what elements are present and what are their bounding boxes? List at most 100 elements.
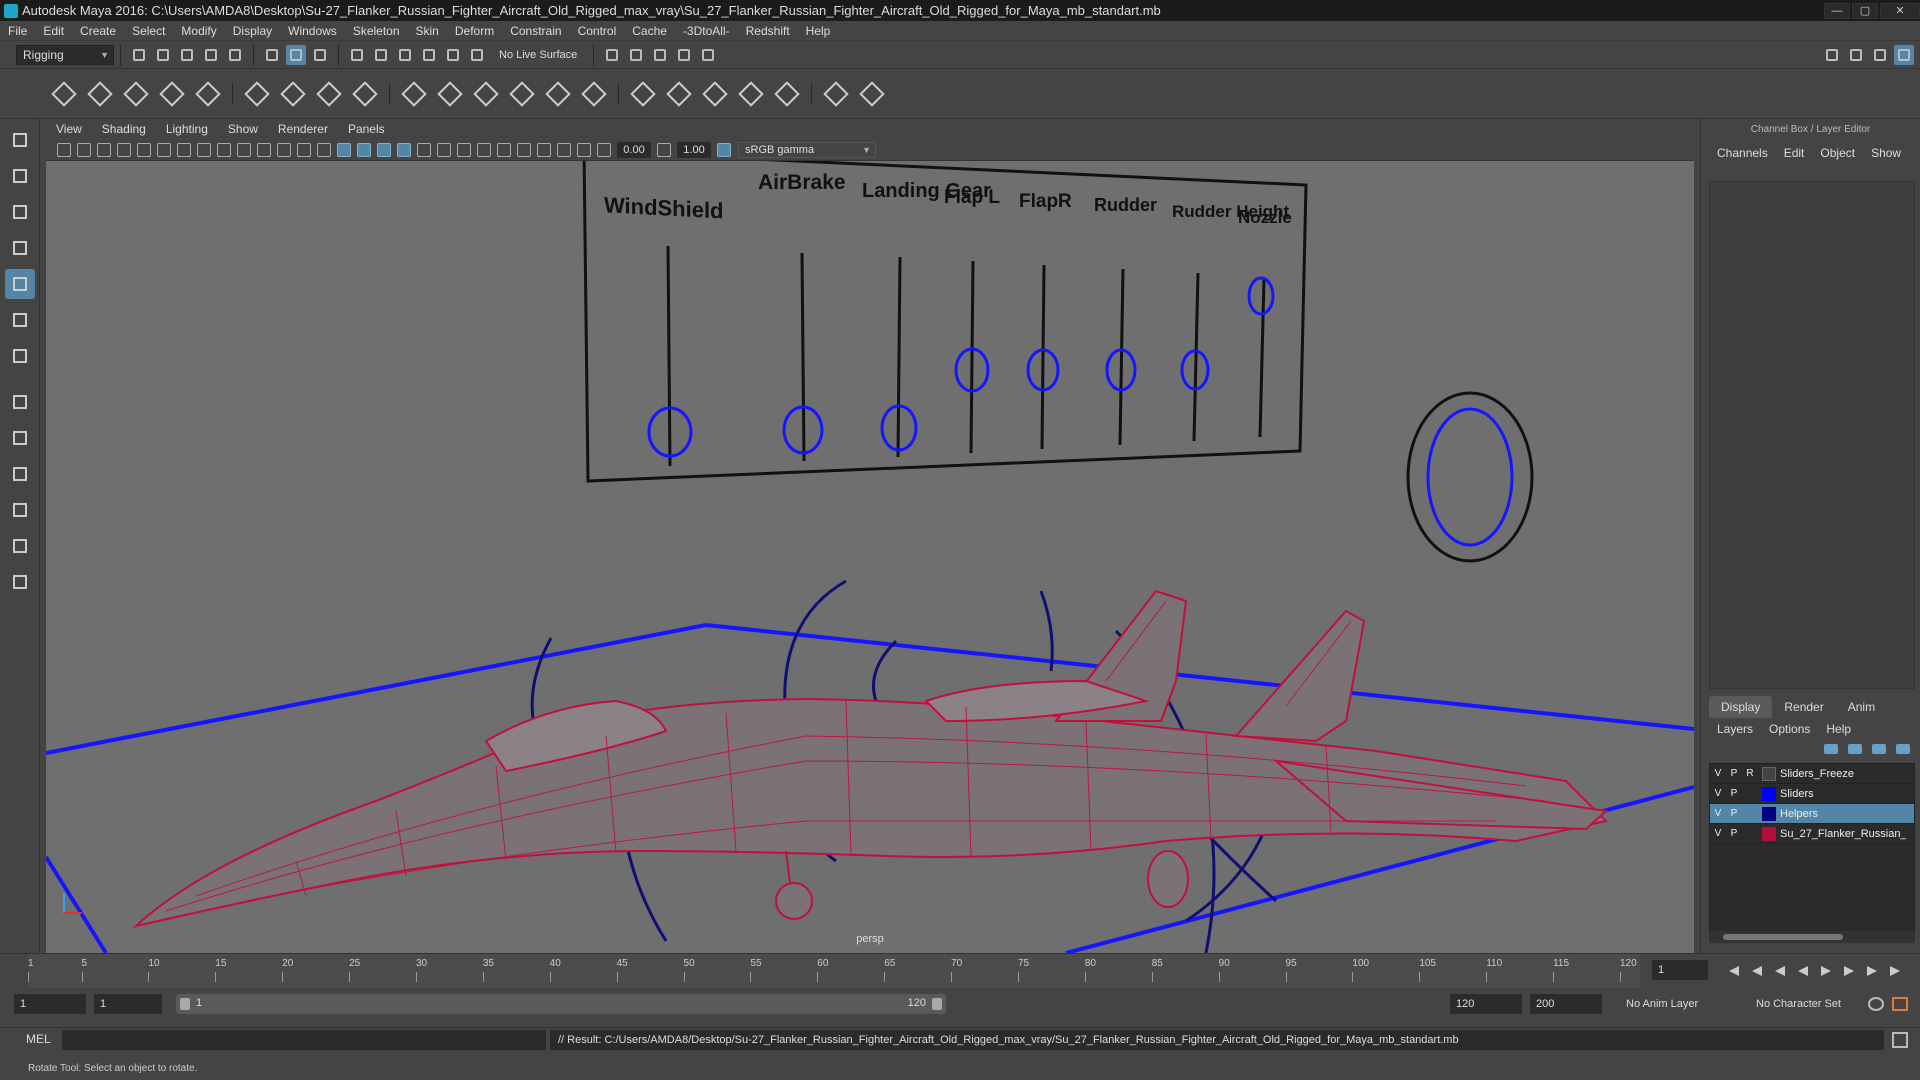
snap-curve-icon[interactable] bbox=[371, 45, 391, 65]
layout-side-icon[interactable] bbox=[5, 495, 35, 525]
last-tool-icon[interactable] bbox=[5, 341, 35, 371]
layer-visible-toggle[interactable]: V bbox=[1710, 808, 1726, 819]
motion-blur-icon[interactable] bbox=[457, 142, 471, 157]
minimize-button[interactable]: — bbox=[1824, 2, 1850, 19]
close-button[interactable]: ✕ bbox=[1880, 2, 1920, 19]
snap-surface-icon[interactable] bbox=[443, 45, 463, 65]
script-language-toggle[interactable]: MEL bbox=[26, 1032, 51, 1046]
layout-four-icon[interactable] bbox=[5, 459, 35, 489]
new-layer-selected-icon[interactable] bbox=[1896, 744, 1910, 754]
render-settings-icon[interactable] bbox=[650, 45, 670, 65]
insert-joint-icon[interactable] bbox=[85, 77, 115, 111]
orient-joint-icon[interactable] bbox=[157, 77, 187, 111]
panel-menu-show[interactable]: Show bbox=[218, 119, 268, 139]
camera-select-icon[interactable] bbox=[57, 142, 71, 157]
parent-constraint-icon[interactable] bbox=[399, 77, 429, 111]
play-forwards-icon[interactable] bbox=[1819, 964, 1833, 978]
grid-icon[interactable] bbox=[177, 142, 191, 157]
layer-list-scrollbar[interactable] bbox=[1709, 931, 1915, 943]
tab-display[interactable]: Display bbox=[1709, 696, 1773, 718]
playback-end-field[interactable]: 120 bbox=[1450, 994, 1522, 1014]
select-hierarchy-icon[interactable] bbox=[262, 45, 282, 65]
set-driven-key-icon[interactable] bbox=[821, 77, 851, 111]
wireframe-icon[interactable] bbox=[317, 142, 331, 157]
curve-warp-icon[interactable] bbox=[664, 77, 694, 111]
animation-end-field[interactable]: 200 bbox=[1530, 994, 1602, 1014]
cluster-icon[interactable] bbox=[350, 77, 380, 111]
rotate-tool-icon[interactable] bbox=[5, 269, 35, 299]
layer-playback-toggle[interactable]: P bbox=[1726, 768, 1742, 779]
render-view-icon[interactable] bbox=[698, 45, 718, 65]
layer-color-swatch[interactable] bbox=[1762, 786, 1776, 801]
hik-character-icon[interactable] bbox=[772, 77, 802, 111]
move-layer-up-icon[interactable] bbox=[1824, 744, 1838, 754]
save-scene-icon[interactable] bbox=[177, 45, 197, 65]
hypershade-icon[interactable] bbox=[674, 45, 694, 65]
helper-arc[interactable] bbox=[872, 639, 898, 702]
safe-action-icon[interactable] bbox=[277, 142, 291, 157]
panel-menu-panels[interactable]: Panels bbox=[338, 119, 395, 139]
step-forward-key-icon[interactable] bbox=[1842, 964, 1856, 978]
layer-playback-toggle[interactable]: P bbox=[1726, 808, 1742, 819]
depth-of-field-icon[interactable] bbox=[497, 142, 511, 157]
layer-row[interactable]: V P Sliders bbox=[1710, 784, 1914, 804]
viewport-persp[interactable]: WindShield AirBrake Landing Gear Flap L … bbox=[46, 161, 1694, 953]
menu-cache[interactable]: Cache bbox=[624, 21, 675, 41]
bind-skin-icon[interactable] bbox=[242, 77, 272, 111]
range-end-handle[interactable] bbox=[932, 998, 942, 1010]
exposure-field[interactable]: 0.00 bbox=[617, 141, 651, 158]
snap-live-icon[interactable] bbox=[467, 45, 487, 65]
range-start-handle[interactable] bbox=[180, 998, 190, 1010]
menu-3dtoall[interactable]: -3DtoAll- bbox=[675, 21, 738, 41]
panel-menu-renderer[interactable]: Renderer bbox=[268, 119, 338, 139]
channel-box-icon[interactable] bbox=[1894, 44, 1914, 65]
hik-control-icon[interactable] bbox=[736, 77, 766, 111]
undo-icon[interactable] bbox=[201, 45, 221, 65]
step-back-frame-icon[interactable] bbox=[1750, 964, 1764, 978]
lasso-tool-icon[interactable] bbox=[5, 161, 35, 191]
tab-anim[interactable]: Anim bbox=[1836, 696, 1887, 718]
move-tool-icon[interactable] bbox=[5, 233, 35, 263]
layer-reference-toggle[interactable]: R bbox=[1742, 768, 1758, 779]
channel-box-area[interactable] bbox=[1709, 181, 1915, 689]
bookmark-icon[interactable] bbox=[97, 142, 111, 157]
channel-menu-object[interactable]: Object bbox=[1812, 146, 1863, 160]
slider-handle-nozzle[interactable] bbox=[1247, 276, 1275, 316]
step-back-key-icon[interactable] bbox=[1773, 964, 1787, 978]
layer-playback-toggle[interactable]: P bbox=[1726, 828, 1742, 839]
time-slider-track[interactable]: 1 5 10 15 20 25 30 35 40 45 50 55 60 65 70 75 80 85 90 95 10… bbox=[28, 954, 1640, 988]
go-to-end-icon[interactable] bbox=[1888, 964, 1902, 978]
soft-select-icon[interactable] bbox=[5, 387, 35, 417]
layer-color-swatch[interactable] bbox=[1762, 806, 1776, 821]
menu-display[interactable]: Display bbox=[225, 21, 280, 41]
panel-menu-shading[interactable]: Shading bbox=[92, 119, 156, 139]
menu-redshift[interactable]: Redshift bbox=[738, 21, 798, 41]
layer-playback-toggle[interactable]: P bbox=[1726, 788, 1742, 799]
grease-pencil-icon[interactable] bbox=[157, 142, 171, 157]
backface-culling-icon[interactable] bbox=[577, 142, 591, 157]
snap-point-icon[interactable] bbox=[395, 45, 415, 65]
panel-menu-lighting[interactable]: Lighting bbox=[156, 119, 218, 139]
isolate-select-icon[interactable] bbox=[517, 142, 531, 157]
go-to-start-icon[interactable] bbox=[1727, 964, 1741, 978]
exposure-icon[interactable] bbox=[597, 142, 611, 157]
layer-menu-layers[interactable]: Layers bbox=[1709, 722, 1761, 736]
ik-handle-icon[interactable] bbox=[193, 77, 223, 111]
point-constraint-icon[interactable] bbox=[435, 77, 465, 111]
attribute-editor-icon[interactable] bbox=[1846, 45, 1866, 65]
open-scene-icon[interactable] bbox=[153, 45, 173, 65]
menu-skeleton[interactable]: Skeleton bbox=[345, 21, 408, 41]
locator-icon[interactable] bbox=[628, 77, 658, 111]
menu-constrain[interactable]: Constrain bbox=[502, 21, 569, 41]
menu-skin[interactable]: Skin bbox=[408, 21, 447, 41]
camera-attributes-icon[interactable] bbox=[77, 142, 91, 157]
layer-visible-toggle[interactable]: V bbox=[1710, 828, 1726, 839]
layer-visible-toggle[interactable]: V bbox=[1710, 788, 1726, 799]
joint-tool-icon[interactable] bbox=[49, 77, 79, 111]
menu-help[interactable]: Help bbox=[798, 21, 839, 41]
scale-constraint-icon[interactable] bbox=[507, 77, 537, 111]
shadows-icon[interactable] bbox=[417, 142, 431, 157]
orient-constraint-icon[interactable] bbox=[471, 77, 501, 111]
color-space-dropdown[interactable]: sRGB gamma ▼ bbox=[738, 141, 876, 158]
menu-edit[interactable]: Edit bbox=[35, 21, 72, 41]
